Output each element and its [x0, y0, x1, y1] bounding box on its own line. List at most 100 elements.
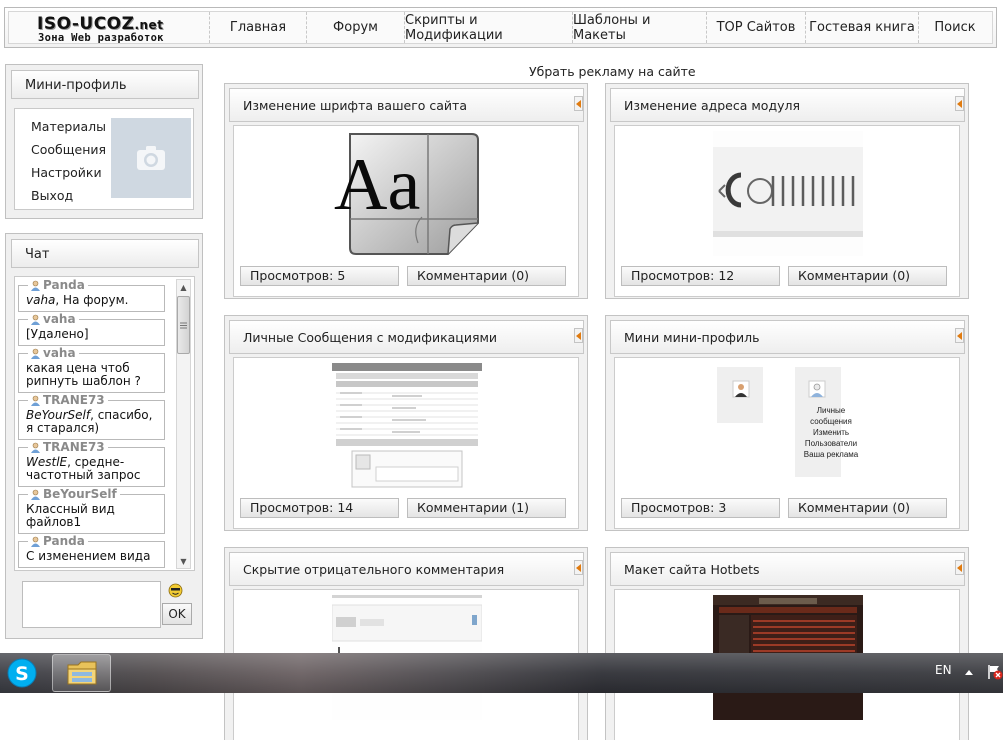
chat-message-text: vaha, На форум.: [26, 293, 129, 307]
material-card: Личные Сообщения с модификациями Просмот…: [224, 315, 588, 531]
header-inner: ISO-UCOZ.net Зона Web разработок Главная…: [8, 11, 993, 44]
scroll-up-icon[interactable]: ▲: [177, 280, 190, 294]
avatar[interactable]: [111, 118, 191, 198]
material-card: Мини мини-профиль Личные сообщения Измен…: [605, 315, 969, 531]
menu-item: Пользователи: [804, 439, 858, 448]
mini-profile-title: Мини-профиль: [11, 70, 199, 99]
collapse-arrow-icon[interactable]: [955, 560, 964, 575]
nav-forum[interactable]: Форум: [307, 12, 405, 43]
chat-message: Panda vaha, На форум.: [18, 279, 165, 312]
collapse-arrow-icon[interactable]: [574, 560, 583, 575]
menu-item: Ваша реклама: [803, 450, 859, 459]
comments-link[interactable]: Комментарии (0): [788, 266, 947, 286]
action-center-flag-icon[interactable]: [987, 664, 1003, 680]
collapse-arrow-icon[interactable]: [574, 96, 583, 111]
chat-author: TRANE73: [28, 394, 108, 406]
chat-messages[interactable]: Panda vaha, На форум. vaha [Удалено] vah…: [14, 276, 195, 571]
chat-send-button[interactable]: OK: [162, 603, 192, 625]
taskbar-explorer-button[interactable]: [52, 654, 111, 692]
browser-address-screenshot: [713, 131, 863, 256]
views-count: Просмотров: 12: [621, 266, 780, 286]
material-card: Изменение адреса модуля Просмотров: 12 К…: [605, 83, 969, 299]
chat-message-text: какая цена чтоб рипнуть шаблон ?: [26, 361, 141, 388]
profile-link-messages[interactable]: Сообщения: [31, 138, 106, 161]
svg-text:S: S: [15, 663, 29, 685]
chat-author: vaha: [28, 347, 79, 359]
main-nav: Главная Форум Скрипты и Модификации Шабл…: [210, 12, 991, 43]
messages-screenshot: [332, 363, 482, 488]
comments-link[interactable]: Комментарии (0): [407, 266, 566, 286]
skype-icon: S: [7, 658, 37, 688]
font-aa-icon: Aa: [334, 133, 479, 255]
profile-link-logout[interactable]: Выход: [31, 184, 106, 207]
card-title[interactable]: Личные Сообщения с модификациями: [229, 320, 584, 354]
windows-taskbar: S EN: [0, 653, 1003, 693]
card-body: Просмотров: 12 Комментарии (0): [614, 125, 960, 297]
chat-message-text: С изменением вида: [26, 549, 151, 563]
mini-profile-menu: Личные сообщения Изменить Пользователи В…: [799, 405, 863, 460]
language-indicator[interactable]: EN: [935, 663, 952, 677]
menu-item: Изменить: [812, 428, 850, 437]
card-title[interactable]: Макет сайта Hotbets: [610, 552, 965, 586]
user-icon: [31, 280, 40, 291]
chat-message: BeYourSelf Классный вид файлов1: [18, 488, 165, 534]
show-hidden-icons-icon[interactable]: [965, 670, 973, 675]
material-card: Макет сайта Hotbets: [605, 547, 969, 740]
card-title[interactable]: Изменение адреса модуля: [610, 88, 965, 122]
user-icon: [31, 314, 40, 325]
svg-text:Aa: Aa: [334, 144, 420, 226]
remove-ads-link[interactable]: Убрать рекламу на сайте: [529, 64, 696, 79]
chat-scrollbar[interactable]: ▲ ▼: [176, 279, 191, 569]
nav-top-sites[interactable]: TOP Сайтов: [707, 12, 806, 43]
material-card: Изменение шрифта вашего сайта Aa Просмот…: [224, 83, 588, 299]
chat-author: BeYourSelf: [28, 488, 120, 500]
card-thumbnail[interactable]: Aa: [332, 131, 482, 256]
site-header: ISO-UCOZ.net Зона Web разработок Главная…: [4, 7, 997, 48]
chat-author: TRANE73: [28, 441, 108, 453]
card-thumbnail[interactable]: Личные сообщения Изменить Пользователи В…: [713, 363, 863, 488]
chat-message: vaha [Удалено]: [18, 313, 165, 346]
material-card: Скрытие отрицательного комментария: [224, 547, 588, 740]
chat-author: Panda: [28, 279, 88, 291]
logo-subtitle: Зона Web разработок: [38, 32, 164, 44]
menu-item: Личные сообщения: [810, 406, 852, 426]
nav-search[interactable]: Поиск: [919, 12, 991, 43]
card-body: Просмотров: 14 Комментарии (1): [233, 357, 579, 529]
card-title[interactable]: Мини мини-профиль: [610, 320, 965, 354]
profile-links: Материалы Сообщения Настройки Выход: [31, 115, 106, 207]
chat-input[interactable]: [22, 581, 161, 628]
site-logo[interactable]: ISO-UCOZ.net Зона Web разработок: [9, 12, 210, 44]
profile-link-settings[interactable]: Настройки: [31, 161, 106, 184]
profile-link-materials[interactable]: Материалы: [31, 115, 106, 138]
nav-home[interactable]: Главная: [210, 12, 307, 43]
chat-title: Чат: [11, 239, 199, 268]
user-icon: [31, 536, 40, 547]
chat-block: Чат Panda vaha, На форум. vaha [Удалено]…: [5, 233, 203, 639]
nav-templates[interactable]: Шаблоны и Макеты: [573, 12, 707, 43]
views-count: Просмотров: 3: [621, 498, 780, 518]
scroll-thumb[interactable]: [177, 296, 190, 354]
nav-guestbook[interactable]: Гостевая книга: [806, 12, 919, 43]
card-body: Aa Просмотров: 5 Комментарии (0): [233, 125, 579, 297]
collapse-arrow-icon[interactable]: [574, 328, 583, 343]
nav-scripts[interactable]: Скрипты и Модификации: [405, 12, 573, 43]
emoticon-icon[interactable]: [168, 583, 183, 598]
mini-profile-body: Материалы Сообщения Настройки Выход: [14, 108, 194, 210]
card-body: Личные сообщения Изменить Пользователи В…: [614, 357, 960, 529]
taskbar-glass: [0, 653, 1003, 693]
card-thumbnail[interactable]: [713, 131, 863, 256]
collapse-arrow-icon[interactable]: [955, 328, 964, 343]
comments-link[interactable]: Комментарии (1): [407, 498, 566, 518]
taskbar-skype-button[interactable]: S: [2, 654, 42, 692]
scroll-down-icon[interactable]: ▼: [177, 554, 190, 568]
card-thumbnail[interactable]: [332, 363, 482, 488]
chat-message: Panda С изменением вида: [18, 535, 165, 568]
card-title[interactable]: Изменение шрифта вашего сайта: [229, 88, 584, 122]
collapse-arrow-icon[interactable]: [955, 96, 964, 111]
mini-profile-block: Мини-профиль Материалы Сообщения Настрой…: [5, 64, 203, 219]
card-title[interactable]: Скрытие отрицательного комментария: [229, 552, 584, 586]
views-count: Просмотров: 5: [240, 266, 399, 286]
chat-author: Panda: [28, 535, 88, 547]
chat-author: vaha: [28, 313, 79, 325]
comments-link[interactable]: Комментарии (0): [788, 498, 947, 518]
